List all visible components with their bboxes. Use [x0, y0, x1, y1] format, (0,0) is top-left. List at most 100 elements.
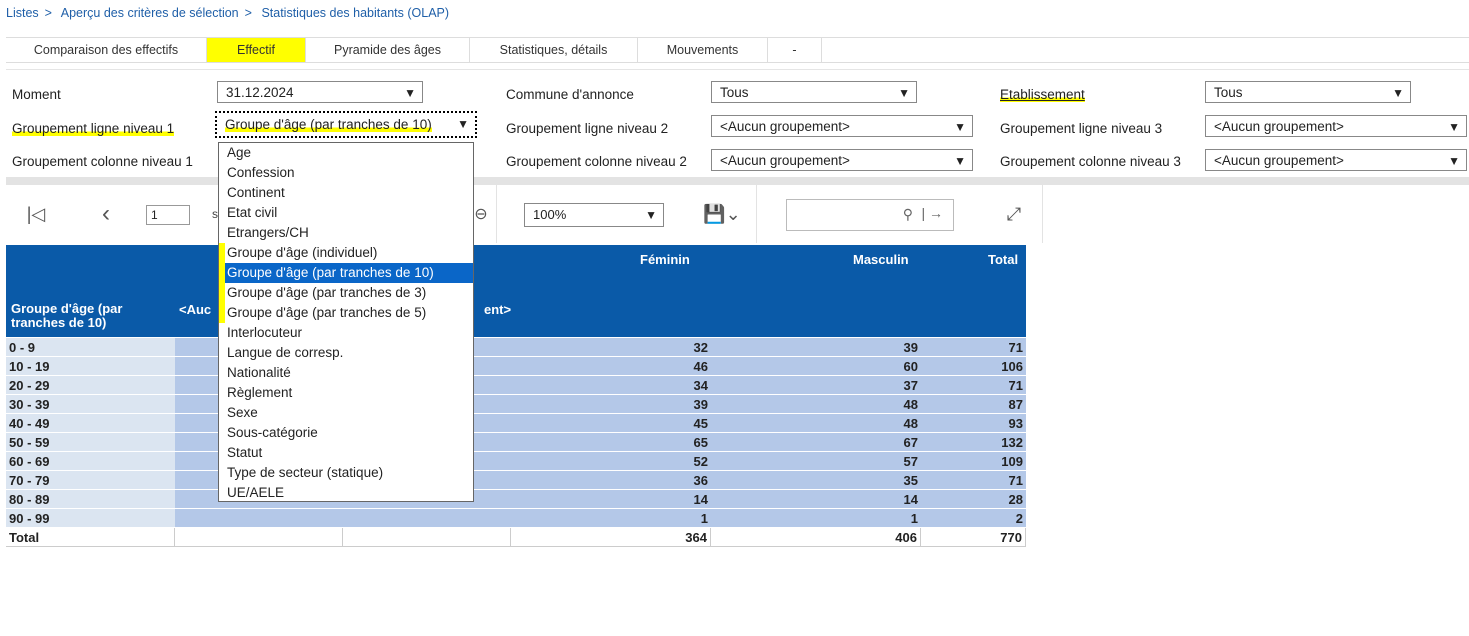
feminin-value: 46 — [511, 357, 711, 376]
dropdown-option[interactable]: Groupe d'âge (par tranches de 10) — [219, 263, 473, 283]
dropdown-option[interactable]: Continent — [219, 183, 473, 203]
tab-more[interactable]: - — [768, 38, 822, 62]
groupement-ligne-2-value: <Aucun groupement> — [720, 119, 850, 134]
zoom-select[interactable]: 100% ▼ — [524, 203, 664, 227]
column-header-truncated-end: ent> — [484, 302, 512, 317]
dropdown-option-label: Confession — [227, 165, 295, 180]
feminin-total: 364 — [511, 528, 711, 547]
dropdown-option[interactable]: Langue de corresp. — [219, 343, 473, 363]
chevron-down-icon: ▼ — [457, 117, 469, 131]
dropdown-option[interactable]: Groupe d'âge (par tranches de 3) — [219, 283, 473, 303]
search-next-icon[interactable]: | → — [921, 205, 943, 221]
total-value: 87 — [921, 395, 1026, 414]
feminin-value: 34 — [511, 376, 711, 395]
moment-value: 31.12.2024 — [226, 85, 294, 100]
grand-total: 770 — [921, 528, 1026, 547]
groupement-colonne-3-select[interactable]: <Aucun groupement> ▼ — [1205, 149, 1467, 171]
groupement-colonne-2-label: Groupement colonne niveau 2 — [506, 154, 687, 169]
dropdown-option[interactable]: Interlocuteur — [219, 323, 473, 343]
tab-effectif[interactable]: Effectif — [207, 38, 306, 62]
report-toolbar: |◁ ‹ 1 s ⊖ 100% ▼ 💾⌄ ⚲ | → ⤢ — [6, 185, 1046, 245]
masculin-value: 48 — [711, 395, 921, 414]
table-row: 20 - 29 34 37 71 — [6, 376, 1026, 395]
table-row: 10 - 19 46 60 106 — [6, 357, 1026, 376]
dropdown-option-label: Nationalité — [227, 365, 291, 380]
dropdown-option[interactable]: UE/AELE — [219, 483, 473, 503]
tab-bar: Comparaison des effectifs Effectif Pyram… — [6, 37, 1469, 63]
dropdown-option[interactable]: Etat civil — [219, 203, 473, 223]
breadcrumb-item[interactable]: Aperçu des critères de sélection — [61, 6, 239, 20]
first-page-icon[interactable]: |◁ — [6, 185, 66, 243]
dropdown-option-label: Sous-catégorie — [227, 425, 318, 440]
chevron-down-icon: ▼ — [404, 86, 416, 100]
tab-comparaison[interactable]: Comparaison des effectifs — [6, 38, 207, 62]
etablissement-select[interactable]: Tous ▼ — [1205, 81, 1411, 103]
breadcrumb-separator: > — [44, 6, 52, 20]
dropdown-option[interactable]: Règlement — [219, 383, 473, 403]
dropdown-option[interactable]: Type de secteur (statique) — [219, 463, 473, 483]
dropdown-option[interactable]: Sexe — [219, 403, 473, 423]
masculin-value: 57 — [711, 452, 921, 471]
empty-cell — [343, 528, 511, 547]
dropdown-option[interactable]: Confession — [219, 163, 473, 183]
empty-cell — [175, 509, 343, 528]
dropdown-option-label: Sexe — [227, 405, 258, 420]
masculin-value: 1 — [711, 509, 921, 528]
breadcrumb-separator: > — [244, 6, 252, 20]
groupement-colonne-3-label: Groupement colonne niveau 3 — [1000, 154, 1181, 169]
groupement-ligne-2-select[interactable]: <Aucun groupement> ▼ — [711, 115, 973, 137]
total-row: Total 364 406 770 — [6, 528, 1026, 547]
groupement-ligne-1-value: Groupe d'âge (par tranches de 10) — [225, 117, 432, 132]
total-value: 71 — [921, 338, 1026, 357]
dropdown-option[interactable]: Groupe d'âge (individuel) — [219, 243, 473, 263]
col-header-feminin: Féminin — [640, 252, 690, 267]
row-label: 30 - 39 — [6, 395, 175, 414]
dropdown-option[interactable]: Nationalité — [219, 363, 473, 383]
row-label: 60 - 69 — [6, 452, 175, 471]
dropdown-option-label: Type de secteur (statique) — [227, 465, 384, 480]
groupement-colonne-2-select[interactable]: <Aucun groupement> ▼ — [711, 149, 973, 171]
grid-header: Groupe d'âge (par tranches de 10) <Auc e… — [6, 245, 1026, 337]
groupement-ligne-1-label: Groupement ligne niveau 1 — [12, 121, 175, 136]
groupement-ligne-3-value: <Aucun groupement> — [1214, 119, 1344, 134]
dropdown-option[interactable]: Statut — [219, 443, 473, 463]
dropdown-option[interactable]: Age — [219, 143, 473, 163]
groupement-ligne-3-select[interactable]: <Aucun groupement> ▼ — [1205, 115, 1467, 137]
masculin-value: 48 — [711, 414, 921, 433]
column-header-truncated: <Auc — [179, 302, 212, 317]
moment-label: Moment — [12, 87, 61, 102]
tab-statistiques-details[interactable]: Statistiques, détails — [470, 38, 638, 62]
total-value: 28 — [921, 490, 1026, 509]
dropdown-option-label: Etat civil — [227, 205, 278, 220]
dropdown-option-label: UE/AELE — [227, 485, 285, 500]
feminin-value: 45 — [511, 414, 711, 433]
total-value: 109 — [921, 452, 1026, 471]
breadcrumb-item[interactable]: Listes — [6, 6, 39, 20]
chevron-down-icon: ▼ — [645, 208, 657, 222]
masculin-value: 37 — [711, 376, 921, 395]
save-icon[interactable]: 💾⌄ — [688, 185, 757, 243]
tab-pyramide[interactable]: Pyramide des âges — [306, 38, 470, 62]
tab-mouvements[interactable]: Mouvements — [638, 38, 768, 62]
masculin-value: 60 — [711, 357, 921, 376]
total-value: 2 — [921, 509, 1026, 528]
etablissement-value: Tous — [1214, 85, 1243, 100]
previous-page-icon[interactable]: ‹ — [86, 185, 126, 243]
search-box[interactable]: ⚲ | → — [786, 199, 954, 231]
table-row: 50 - 59 65 67 132 — [6, 433, 1026, 452]
dropdown-option[interactable]: Sous-catégorie — [219, 423, 473, 443]
fullscreen-icon[interactable]: ⤢ — [986, 185, 1043, 243]
total-label: Total — [6, 528, 175, 547]
dropdown-option[interactable]: Etrangers/CH — [219, 223, 473, 243]
commune-select[interactable]: Tous ▼ — [711, 81, 917, 103]
dropdown-option[interactable]: Groupe d'âge (par tranches de 5) — [219, 303, 473, 323]
total-value: 106 — [921, 357, 1026, 376]
groupement-ligne-1-select[interactable]: Groupe d'âge (par tranches de 10) ▼ — [215, 111, 477, 138]
dropdown-option-label: Groupe d'âge (par tranches de 3) — [227, 285, 427, 300]
dropdown-option-label: Langue de corresp. — [227, 345, 344, 360]
masculin-value: 39 — [711, 338, 921, 357]
moment-select[interactable]: 31.12.2024 ▼ — [217, 81, 423, 103]
page-number-input[interactable]: 1 — [146, 205, 190, 225]
etablissement-label: Etablissement — [1000, 87, 1085, 102]
breadcrumb-item[interactable]: Statistiques des habitants (OLAP) — [261, 6, 449, 20]
